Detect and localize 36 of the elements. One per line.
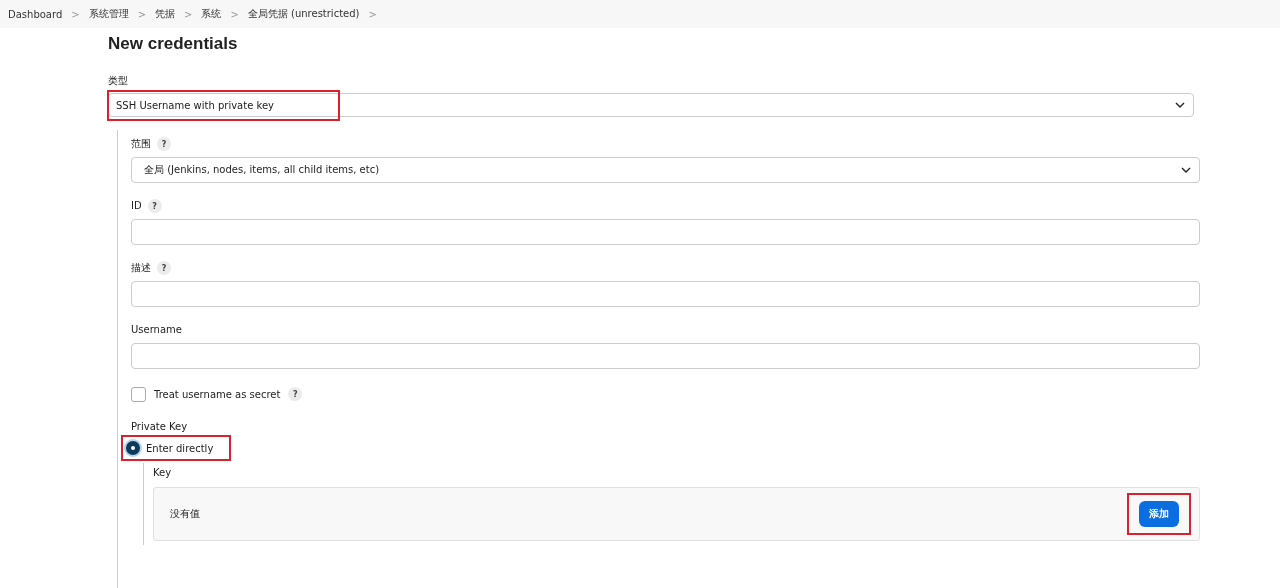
dropdown-value: SSH Username with private key bbox=[109, 91, 338, 119]
field-label: Username bbox=[131, 323, 182, 337]
chevron-down-icon bbox=[1181, 167, 1191, 173]
radio-label: Enter directly bbox=[146, 442, 214, 454]
add-button[interactable]: 添加 bbox=[1139, 501, 1179, 527]
text-input-field[interactable] bbox=[131, 281, 1200, 307]
field-label: 类型 bbox=[108, 74, 129, 88]
chevron-down-icon bbox=[1175, 102, 1185, 108]
field-label: 描述 bbox=[131, 261, 151, 275]
breadcrumb-separator: > bbox=[71, 8, 80, 20]
radio-button[interactable] bbox=[126, 441, 140, 455]
text-input-field[interactable] bbox=[131, 219, 1200, 245]
scope-dropdown[interactable]: 全局 (Jenkins, nodes, items, all child items, etc) bbox=[131, 157, 1200, 183]
checkbox-label: Treat username as secret bbox=[154, 388, 281, 400]
breadcrumb-separator: > bbox=[137, 8, 147, 20]
breadcrumb-link[interactable]: 凭据 bbox=[155, 7, 176, 21]
empty-value-text: 没有值 bbox=[170, 507, 200, 521]
breadcrumb-link[interactable]: 全局凭据 (unrestricted) bbox=[247, 7, 360, 21]
breadcrumb-link[interactable]: 系统 bbox=[201, 7, 222, 21]
field-label: 范围 bbox=[131, 137, 151, 151]
help-icon[interactable]: ? bbox=[147, 199, 162, 213]
help-icon[interactable]: ? bbox=[288, 387, 303, 401]
help-icon[interactable]: ? bbox=[157, 261, 171, 275]
breadcrumb-separator: > bbox=[368, 8, 377, 20]
breadcrumb-separator: > bbox=[184, 8, 193, 20]
page-title: New credentials bbox=[108, 33, 239, 55]
breadcrumb-link[interactable]: 系统管理 bbox=[88, 7, 129, 21]
field-label: Private Key bbox=[131, 420, 189, 434]
field-label: Key bbox=[153, 466, 173, 480]
field-label: ID bbox=[131, 199, 142, 213]
checkbox[interactable] bbox=[131, 386, 146, 402]
breadcrumb-link[interactable]: Dashboard bbox=[8, 8, 63, 20]
text-input-field[interactable] bbox=[131, 343, 1200, 369]
help-icon[interactable]: ? bbox=[157, 137, 171, 151]
breadcrumb-separator: > bbox=[230, 8, 239, 20]
dropdown-value: 全局 (Jenkins, nodes, items, all child items, etc) bbox=[143, 163, 381, 177]
